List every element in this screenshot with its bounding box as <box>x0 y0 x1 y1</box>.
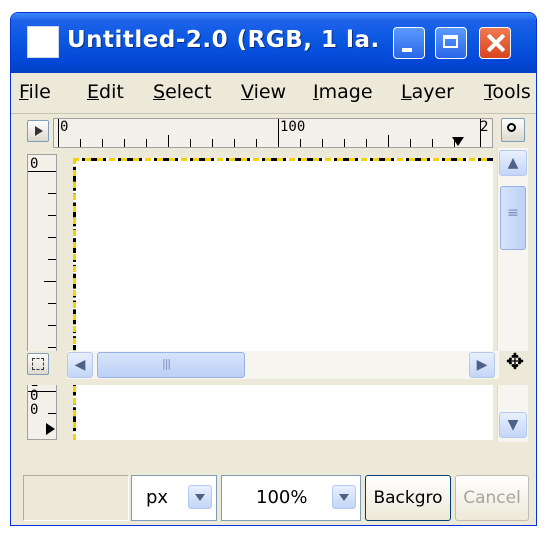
ruler-tick <box>58 119 59 147</box>
unit-selector[interactable]: px <box>131 475 217 521</box>
ruler-tick <box>278 119 279 147</box>
ruler-tick <box>124 139 125 147</box>
ruler-tick <box>28 171 56 172</box>
ruler-tick <box>410 139 411 147</box>
menu-image-label: mage <box>318 81 373 103</box>
ruler-tick <box>48 259 56 260</box>
ruler-tick <box>480 119 481 147</box>
zoom-button[interactable] <box>501 118 525 142</box>
scroll-down-button[interactable]: ▼ <box>499 412 527 438</box>
four-way-arrow-icon[interactable]: ✥ <box>503 351 527 375</box>
ruler-tick <box>256 139 257 147</box>
image-menu-button[interactable] <box>27 120 49 142</box>
ruler-label-0: 0 <box>60 119 69 135</box>
ruler-tick <box>102 139 103 147</box>
cancel-button[interactable]: Cancel <box>455 475 529 521</box>
ruler-tick <box>234 139 235 147</box>
menu-select[interactable]: Select <box>153 81 212 103</box>
ruler-tick <box>48 215 56 216</box>
navigate-button[interactable] <box>27 353 49 375</box>
menu-file-label: ile <box>28 81 51 103</box>
menu-layer-label: ayer <box>411 81 454 103</box>
ruler-tick <box>48 413 56 414</box>
ruler-tick <box>48 347 56 348</box>
window-title: Untitled-2.0 (RGB, 1 la... <box>67 27 377 53</box>
menu-view[interactable]: View <box>241 81 286 103</box>
ruler-tick <box>432 139 433 147</box>
ruler-tick <box>48 303 56 304</box>
ruler-tick <box>300 139 301 147</box>
chevron-down-icon[interactable] <box>188 485 212 509</box>
title-bar[interactable]: Untitled-2.0 (RGB, 1 la... <box>11 13 536 73</box>
ruler-tick <box>28 391 56 392</box>
menu-select-mnemonic: S <box>153 81 166 103</box>
image-canvas[interactable] <box>73 158 493 440</box>
app-icon <box>27 26 59 58</box>
ruler-tick <box>168 135 169 147</box>
menu-layer-mnemonic: L <box>401 81 412 103</box>
ruler-tick <box>344 139 345 147</box>
maximize-button[interactable] <box>435 27 467 59</box>
ruler-tick <box>48 193 56 194</box>
scroll-left-button[interactable]: ◀ <box>67 352 93 378</box>
vertical-scroll-thumb[interactable] <box>500 186 526 250</box>
ruler-tick <box>44 281 56 282</box>
horizontal-scroll-thumb[interactable] <box>97 352 245 378</box>
ruler-tick <box>388 135 389 147</box>
menu-view-mnemonic: V <box>241 81 254 103</box>
minimize-button[interactable] <box>393 27 425 59</box>
zoom-value: 100% <box>256 487 308 508</box>
chevron-down-icon[interactable] <box>332 485 356 509</box>
horizontal-scrollbar[interactable]: ◀ ▶ <box>67 351 499 379</box>
unit-value: px <box>146 487 169 508</box>
menu-layer[interactable]: Layer <box>401 81 454 103</box>
background-button[interactable]: Backgro <box>365 475 451 521</box>
scroll-up-button[interactable]: ▲ <box>499 150 527 176</box>
ruler-tick <box>146 139 147 147</box>
vertical-scrollbar[interactable]: ▲ ▼ <box>497 148 528 442</box>
ruler-tick <box>80 139 81 147</box>
vruler-label-0: 0 <box>30 156 39 172</box>
pointer-marker-icon <box>452 137 464 146</box>
close-button[interactable] <box>479 27 511 59</box>
menu-select-label: elect <box>165 81 212 103</box>
scroll-right-button[interactable]: ▶ <box>469 352 495 378</box>
status-text-area <box>23 475 129 521</box>
menu-edit-mnemonic: E <box>87 81 100 103</box>
vertical-ruler[interactable]: 0 100 <box>27 154 57 440</box>
menu-bar: File Edit Select View Image Layer Tools <box>11 73 536 114</box>
ruler-tick <box>212 139 213 147</box>
horizontal-ruler[interactable]: 0 100 2 <box>53 118 493 148</box>
menu-tools-label: ools <box>492 81 531 103</box>
menu-tools[interactable]: Tools <box>484 81 531 103</box>
menu-image[interactable]: Image <box>313 81 373 103</box>
menu-edit-label: dit <box>99 81 124 103</box>
horizontal-scroll-row: ◀ ▶ ✥ <box>11 351 536 385</box>
pointer-marker-icon <box>46 423 55 435</box>
status-bar: px 100% Backgro Cancel <box>11 453 536 525</box>
ruler-tick <box>366 139 367 147</box>
menu-edit[interactable]: Edit <box>87 81 124 103</box>
zoom-selector[interactable]: 100% <box>221 475 361 521</box>
ruler-tick <box>48 237 56 238</box>
ruler-label-200: 2 <box>480 119 489 135</box>
menu-file-mnemonic: F <box>19 81 29 103</box>
menu-view-label: iew <box>253 81 287 103</box>
ruler-label-100: 100 <box>280 119 306 135</box>
image-window: Untitled-2.0 (RGB, 1 la... File Edit Sel… <box>10 12 537 526</box>
ruler-tick <box>48 325 56 326</box>
ruler-tick <box>322 139 323 147</box>
menu-file[interactable]: File <box>19 81 51 103</box>
canvas-area: 0 100 2 0 10 <box>11 114 536 454</box>
ruler-tick <box>190 139 191 147</box>
